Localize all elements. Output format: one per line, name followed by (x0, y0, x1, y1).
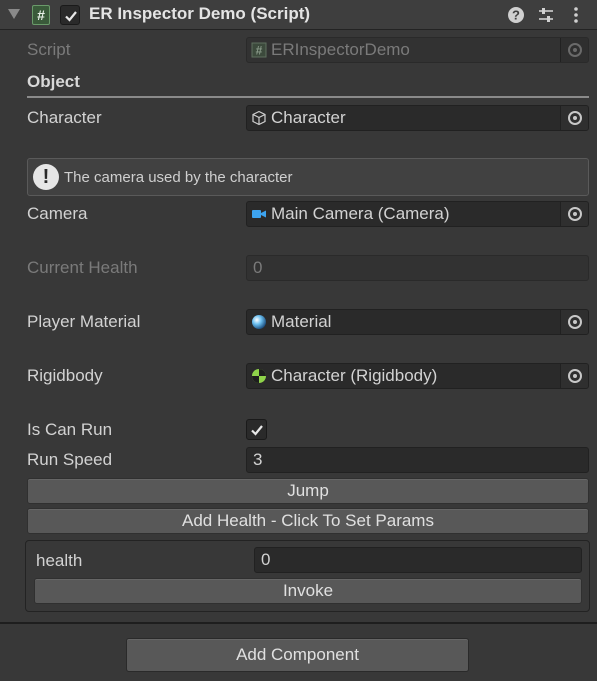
object-picker-icon (568, 315, 582, 329)
rigidbody-label: Rigidbody (27, 366, 103, 385)
character-field[interactable]: Character (246, 105, 589, 131)
camera-label: Camera (27, 204, 88, 223)
foldout-arrow-icon[interactable] (8, 9, 20, 19)
is-can-run-checkbox[interactable] (246, 419, 267, 440)
health-param-label: health (36, 551, 83, 570)
section-divider (27, 96, 589, 98)
player-material-field[interactable]: Material (246, 309, 589, 335)
script-file-icon: # (251, 42, 267, 58)
character-picker-button[interactable] (560, 106, 588, 130)
component-enabled-checkbox[interactable] (60, 5, 80, 25)
jump-button[interactable]: Jump (27, 478, 589, 504)
camera-picker-button[interactable] (560, 202, 588, 226)
script-label: Script (27, 40, 71, 59)
footer-divider (0, 622, 597, 624)
help-text: The camera used by the character (64, 169, 293, 186)
script-field: # ERInspectorDemo (246, 37, 589, 63)
material-sphere-icon (252, 315, 266, 329)
player-material-label: Player Material (27, 312, 141, 331)
current-health-field: 0 (246, 255, 589, 281)
rigidbody-value: Character (Rigidbody) (271, 366, 438, 385)
current-health-label: Current Health (27, 258, 138, 277)
object-picker-icon (568, 207, 582, 221)
section-title: Object (27, 72, 80, 91)
add-health-button[interactable]: Add Health - Click To Set Params (27, 508, 589, 534)
component-header[interactable]: # ER Inspector Demo (Script) ? (0, 0, 597, 30)
svg-text:#: # (256, 44, 263, 58)
camera-icon (252, 210, 266, 218)
rigidbody-icon (252, 369, 266, 383)
player-material-picker-button[interactable] (560, 310, 588, 334)
character-label: Character (27, 108, 102, 127)
add-component-button[interactable]: Add Component (126, 638, 469, 672)
help-box: The camera used by the character (27, 158, 589, 196)
run-speed-field[interactable]: 3 (246, 447, 589, 473)
script-value: ERInspectorDemo (271, 40, 410, 59)
object-picker-icon (568, 43, 582, 57)
script-picker (560, 38, 588, 62)
camera-field[interactable]: Main Camera (Camera) (246, 201, 589, 227)
presets-icon[interactable] (536, 5, 556, 25)
method-params-panel: health 0 Invoke (25, 540, 590, 612)
character-value: Character (271, 108, 346, 127)
gameobject-cube-icon (252, 110, 266, 126)
svg-text:?: ? (512, 8, 520, 23)
info-icon (33, 164, 59, 190)
checkmark-icon (251, 425, 263, 436)
object-picker-icon (568, 111, 582, 125)
component-title: ER Inspector Demo (Script) (89, 4, 311, 23)
invoke-button[interactable]: Invoke (34, 578, 582, 604)
object-picker-icon (568, 369, 582, 383)
script-icon: # (32, 5, 50, 25)
is-can-run-label: Is Can Run (27, 420, 113, 439)
more-icon[interactable] (566, 5, 586, 25)
help-icon[interactable]: ? (506, 5, 526, 25)
health-param-field[interactable]: 0 (254, 547, 582, 573)
run-speed-label: Run Speed (27, 450, 113, 469)
rigidbody-picker-button[interactable] (560, 364, 588, 388)
checkmark-icon (65, 11, 77, 22)
rigidbody-field[interactable]: Character (Rigidbody) (246, 363, 589, 389)
player-material-value: Material (271, 312, 332, 331)
camera-value: Main Camera (Camera) (271, 204, 450, 223)
